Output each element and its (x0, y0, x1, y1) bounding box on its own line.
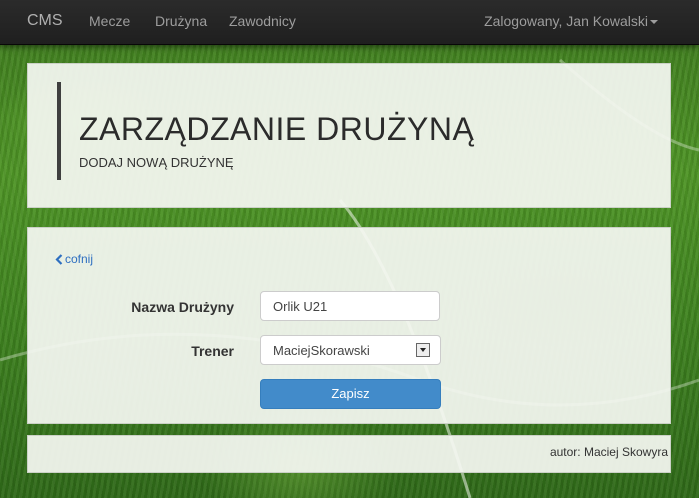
caret-down-icon[interactable] (650, 20, 658, 24)
back-link[interactable]: cofnij (55, 252, 93, 266)
user-menu-dropdown[interactable]: Zalogowany, Jan Kowalski (484, 13, 648, 29)
nav-link-mecze[interactable]: Mecze (89, 13, 130, 29)
header-accent-bar (57, 82, 61, 180)
team-form-panel: cofnij Nazwa Drużyny Trener MaciejSkoraw… (27, 227, 671, 424)
page-subtitle: DODAJ NOWĄ DRUŻYNĘ (79, 155, 234, 170)
nav-link-druzyna[interactable]: Drużyna (155, 13, 207, 29)
dropdown-arrow-icon[interactable] (416, 343, 430, 357)
chevron-left-icon (55, 254, 63, 266)
team-name-input[interactable] (260, 291, 440, 321)
footer-author: autor: Maciej Skowyra (549, 445, 668, 459)
back-link-label: cofnij (65, 252, 94, 266)
top-navbar: CMS Mecze Drużyna Zawodnicy Zalogowany, … (0, 0, 699, 45)
footer-panel: autor: Maciej Skowyra (27, 435, 671, 473)
coach-select-value: MaciejSkorawski (273, 343, 370, 358)
team-name-label: Nazwa Drużyny (131, 299, 234, 315)
coach-select[interactable]: MaciejSkorawski (260, 335, 441, 365)
page-header-panel: ZARZĄDZANIE DRUŻYNĄ DODAJ NOWĄ DRUŻYNĘ (27, 63, 671, 208)
brand-link[interactable]: CMS (27, 12, 63, 30)
save-button[interactable]: Zapisz (260, 379, 441, 409)
page-title: ZARZĄDZANIE DRUŻYNĄ (79, 111, 475, 147)
coach-label: Trener (191, 343, 234, 359)
nav-link-zawodnicy[interactable]: Zawodnicy (229, 13, 296, 29)
